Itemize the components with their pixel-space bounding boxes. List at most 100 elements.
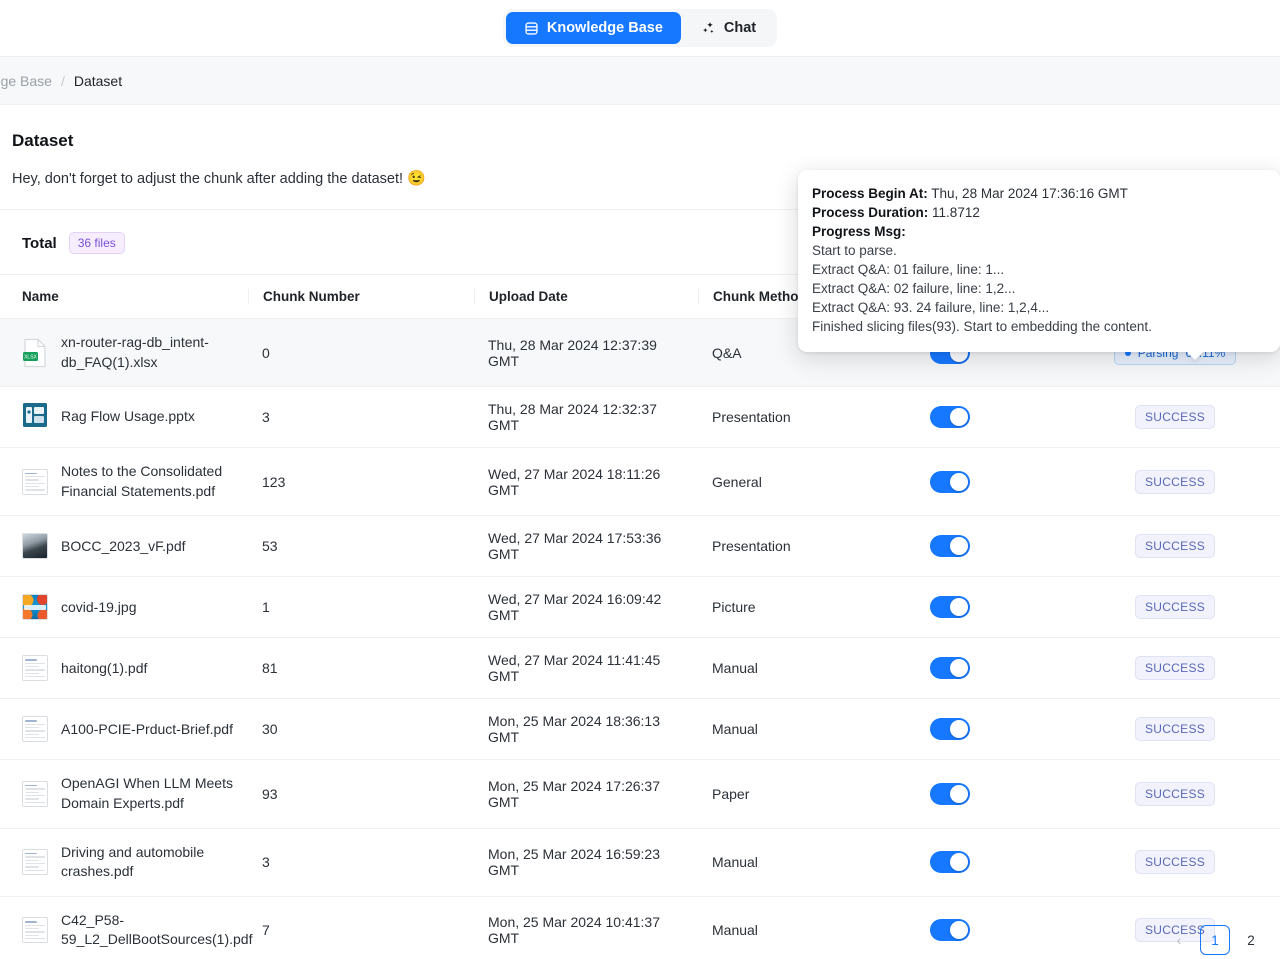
cell-parsing-status: SUCCESS xyxy=(1100,447,1280,517)
sparkle-icon xyxy=(701,21,716,36)
database-icon xyxy=(524,21,539,36)
cell-chunk-method: Manual xyxy=(698,896,900,959)
tooltip-arrow-icon xyxy=(1186,351,1204,360)
table-row[interactable]: OpenAGI When LLM Meets Domain Experts.pd… xyxy=(0,759,1280,829)
cell-upload-date: Wed, 27 Mar 2024 16:09:42 GMT xyxy=(474,576,698,639)
cell-chunk-number: 7 xyxy=(248,896,474,959)
status-badge-success[interactable]: SUCCESS xyxy=(1134,595,1216,620)
cell-upload-date: Mon, 25 Mar 2024 16:59:23 GMT xyxy=(474,828,698,897)
cell-chunk-method: General xyxy=(698,447,900,517)
cell-chunk-number: 30 xyxy=(248,698,474,761)
cell-chunk-number: 93 xyxy=(248,759,474,829)
pdf-thumb-icon xyxy=(22,917,48,944)
status-badge-success[interactable]: SUCCESS xyxy=(1134,405,1216,430)
tooltip-begin-label: Process Begin At: xyxy=(812,186,928,201)
cell-name: BOCC_2023_vF.pdf xyxy=(0,515,248,578)
cell-name: Rag Flow Usage.pptx xyxy=(0,386,248,449)
pdf-thumb-icon xyxy=(22,468,48,495)
winking-face-icon: 😉 xyxy=(407,170,426,187)
status-badge-success[interactable]: SUCCESS xyxy=(1134,534,1216,559)
nav-tab-knowledge-base[interactable]: Knowledge Base xyxy=(505,12,681,44)
enable-toggle[interactable] xyxy=(930,851,970,874)
cell-parsing-status: SUCCESS xyxy=(1100,828,1280,897)
enable-toggle[interactable] xyxy=(930,919,970,942)
file-name-link[interactable]: BOCC_2023_vF.pdf xyxy=(61,537,186,557)
enable-toggle[interactable] xyxy=(930,596,970,619)
status-badge-success[interactable]: SUCCESS xyxy=(1134,781,1216,806)
status-badge-success[interactable]: SUCCESS xyxy=(1134,717,1216,742)
cell-chunk-method: Paper xyxy=(698,759,900,829)
cell-enable xyxy=(900,698,1100,761)
page-title: Dataset xyxy=(12,131,74,150)
table-row[interactable]: haitong(1).pdf 81 Wed, 27 Mar 2024 11:41:4… xyxy=(0,637,1280,700)
cell-enable xyxy=(900,828,1100,897)
svg-text:XLSX: XLSX xyxy=(24,354,37,360)
pagination-prev-icon[interactable]: ‹ xyxy=(1164,925,1194,955)
pagination-page-2[interactable]: 2 xyxy=(1236,925,1266,955)
pagination: ‹ 1 2 xyxy=(1164,925,1266,955)
table-row[interactable]: Driving and automobile crashes.pdf 3 Mon, … xyxy=(0,828,1280,897)
image-thumb-icon xyxy=(22,533,48,560)
enable-toggle[interactable] xyxy=(930,718,970,741)
tooltip-progress-label: Progress Msg: xyxy=(812,224,906,239)
file-name-link[interactable]: C42_P58-59_L2_DellBootSources(1).pdf xyxy=(61,911,252,950)
table-row[interactable]: Notes to the Consolidated Financial Stat… xyxy=(0,447,1280,517)
file-name-link[interactable]: covid-19.jpg xyxy=(61,598,137,618)
cell-name: C42_P58-59_L2_DellBootSources(1).pdf xyxy=(0,896,252,959)
pagination-page-1[interactable]: 1 xyxy=(1200,925,1230,955)
cell-upload-date: Mon, 25 Mar 2024 17:26:37 GMT xyxy=(474,759,698,829)
pptx-file-icon xyxy=(22,402,48,432)
dataset-table: Name Chunk Number Upload Date Chunk Meth… xyxy=(0,274,1280,959)
table-row[interactable]: Rag Flow Usage.pptx 3 Thu, 28 Mar 2024 12:… xyxy=(0,386,1280,449)
enable-toggle[interactable] xyxy=(930,782,970,805)
enable-toggle[interactable] xyxy=(930,470,970,493)
cell-chunk-method: Manual xyxy=(698,698,900,761)
cell-chunk-number: 53 xyxy=(248,515,474,578)
pdf-thumb-icon xyxy=(22,716,48,743)
nav-tab-chat[interactable]: Chat xyxy=(683,12,774,44)
status-badge-success[interactable]: SUCCESS xyxy=(1134,469,1216,494)
status-badge-success[interactable]: SUCCESS xyxy=(1134,850,1216,875)
cell-chunk-number: 0 xyxy=(248,318,474,388)
breadcrumb-knowledge-base[interactable]: owledge Base xyxy=(0,73,52,89)
table-row[interactable]: covid-19.jpg 1 Wed, 27 Mar 2024 16:09:42 G… xyxy=(0,576,1280,639)
cell-enable xyxy=(900,576,1100,639)
enable-toggle[interactable] xyxy=(930,657,970,680)
cell-chunk-method: Picture xyxy=(698,576,900,639)
top-navigation-bar: Knowledge Base Chat xyxy=(0,0,1280,57)
table-row[interactable]: BOCC_2023_vF.pdf 53 Wed, 27 Mar 2024 17:53… xyxy=(0,515,1280,578)
cell-name: haitong(1).pdf xyxy=(0,637,248,700)
file-name-link[interactable]: Rag Flow Usage.pptx xyxy=(61,407,195,427)
cell-chunk-number: 3 xyxy=(248,828,474,897)
enable-toggle[interactable] xyxy=(930,406,970,429)
file-name-link[interactable]: OpenAGI When LLM Meets Domain Experts.pd… xyxy=(61,774,238,813)
tooltip-msg-line: Finished slicing files(93). Start to emb… xyxy=(812,319,1152,334)
cell-chunk-method: Presentation xyxy=(698,386,900,449)
column-header-name: Name xyxy=(0,274,248,319)
table-row[interactable]: C42_P58-59_L2_DellBootSources(1).pdf 7 Mon… xyxy=(0,896,1280,959)
enable-toggle[interactable] xyxy=(930,535,970,558)
file-name-link[interactable]: A100-PCIE-Prduct-Brief.pdf xyxy=(61,720,233,740)
table-row[interactable]: A100-PCIE-Prduct-Brief.pdf 30 Mon, 25 Mar … xyxy=(0,698,1280,761)
cell-parsing-status: SUCCESS xyxy=(1100,698,1280,761)
cell-enable xyxy=(900,447,1100,517)
file-name-link[interactable]: Notes to the Consolidated Financial Stat… xyxy=(61,462,238,501)
cell-name: Notes to the Consolidated Financial Stat… xyxy=(0,447,248,517)
cell-upload-date: Wed, 27 Mar 2024 17:53:36 GMT xyxy=(474,515,698,578)
cell-chunk-method: Manual xyxy=(698,637,900,700)
cell-name: Driving and automobile crashes.pdf xyxy=(0,828,248,897)
cell-upload-date: Mon, 25 Mar 2024 18:36:13 GMT xyxy=(474,698,698,761)
cell-upload-date: Thu, 28 Mar 2024 12:32:37 GMT xyxy=(474,386,698,449)
file-name-link[interactable]: Driving and automobile crashes.pdf xyxy=(61,843,238,882)
status-badge-success[interactable]: SUCCESS xyxy=(1134,656,1216,681)
cell-chunk-number: 81 xyxy=(248,637,474,700)
pdf-thumb-icon xyxy=(22,849,48,876)
cell-chunk-number: 3 xyxy=(248,386,474,449)
column-header-upload-date: Upload Date xyxy=(474,274,698,319)
tooltip-duration-value: 11.8712 xyxy=(932,205,980,220)
breadcrumb: owledge Base / Dataset xyxy=(0,73,122,89)
tooltip-msg-line: Extract Q&A: 93. 24 failure, line: 1,2,4… xyxy=(812,300,1050,315)
cell-parsing-status: SUCCESS xyxy=(1100,637,1280,700)
file-name-link[interactable]: xn-router-rag-db_intent-db_FAQ(1).xlsx xyxy=(61,333,238,372)
file-name-link[interactable]: haitong(1).pdf xyxy=(61,659,147,679)
